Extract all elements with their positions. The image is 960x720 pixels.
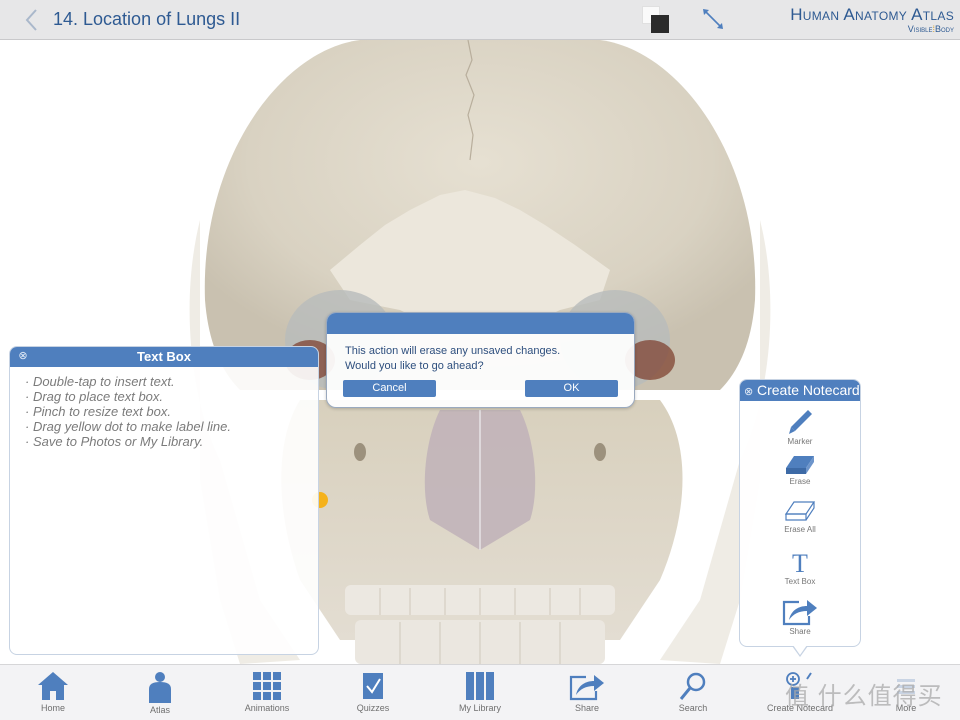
confirm-dialog: This action will erase any unsaved chang… xyxy=(326,312,635,408)
expand-arrows-icon xyxy=(703,9,723,29)
tab-home[interactable]: Home xyxy=(0,665,106,720)
tool-label: Erase xyxy=(789,477,811,486)
eraser-icon xyxy=(786,456,814,474)
app-root: 14. Location of Lungs II Human Anatomy A… xyxy=(0,0,960,720)
text-box-icon: T xyxy=(792,550,808,576)
instruction-line: · Drag yellow dot to make label line. xyxy=(25,419,231,434)
notecard-panel-title: Create Notecard xyxy=(757,382,860,398)
tab-quizzes[interactable]: Quizzes xyxy=(320,665,426,720)
tool-text-box[interactable]: T Text Box xyxy=(740,550,860,586)
tool-share[interactable]: Share xyxy=(740,596,860,636)
tab-label: Share xyxy=(574,703,600,713)
tool-marker[interactable]: Marker xyxy=(740,408,860,446)
back-button[interactable] xyxy=(22,8,42,32)
tool-label: Marker xyxy=(787,437,813,446)
tab-label: Search xyxy=(678,703,708,713)
tab-label: Animations xyxy=(244,703,290,713)
close-icon[interactable]: ⊗ xyxy=(744,382,753,403)
animations-icon xyxy=(253,672,281,700)
cancel-button[interactable]: Cancel xyxy=(343,380,436,397)
watermark: 值 什么值得买 xyxy=(785,683,943,710)
tab-my-library[interactable]: My Library xyxy=(427,665,533,720)
dialog-message: This action will erase any unsaved chang… xyxy=(327,334,634,374)
dialog-message-line: Would you like to go ahead? xyxy=(345,360,484,372)
brand-logo: Human Anatomy Atlas Visible⁞Body xyxy=(790,5,954,35)
layers-toggle-button[interactable] xyxy=(642,6,670,34)
text-box-instructions: · Double-tap to insert text. · Drag to p… xyxy=(10,367,318,449)
brand-sub-visible: Visible xyxy=(907,24,933,34)
tab-label: Atlas xyxy=(149,705,170,715)
search-icon xyxy=(679,672,706,700)
notecard-panel-header: ⊗ Create Notecard xyxy=(740,380,860,401)
instruction-line: · Pinch to resize text box. xyxy=(25,404,171,419)
ok-button[interactable]: OK xyxy=(525,380,618,397)
home-icon xyxy=(38,672,68,700)
instruction-line: · Drag to place text box. xyxy=(25,389,164,404)
create-notecard-panel: ⊗ Create Notecard Marker Erase Erase All… xyxy=(739,379,861,657)
page-title: 14. Location of Lungs II xyxy=(53,9,241,29)
library-icon xyxy=(466,672,494,700)
erase-all-icon xyxy=(784,501,816,521)
tool-erase-all[interactable]: Erase All xyxy=(740,500,860,534)
text-box-panel: ⊗ Text Box · Double-tap to insert text. … xyxy=(9,346,319,655)
instruction-line: · Double-tap to insert text. xyxy=(25,374,175,389)
lower-teeth xyxy=(355,620,605,664)
text-box-panel-header: ⊗ Text Box xyxy=(10,347,318,367)
header-bar: 14. Location of Lungs II Human Anatomy A… xyxy=(0,0,960,40)
brand-subtitle: Visible⁞Body xyxy=(790,24,954,34)
tool-label: Share xyxy=(789,627,811,636)
tab-label: Home xyxy=(40,703,65,713)
brand-sub-body: Body xyxy=(934,24,954,34)
brand-title: Human Anatomy Atlas xyxy=(790,5,954,24)
upper-teeth xyxy=(345,585,615,615)
left-infraorbital-foramen xyxy=(354,443,366,461)
tab-atlas[interactable]: Atlas xyxy=(107,665,213,720)
svg-text:T: T xyxy=(792,550,808,576)
quizzes-icon xyxy=(363,673,383,699)
notecard-panel-pointer xyxy=(792,645,808,657)
dialog-header xyxy=(327,313,634,334)
tool-label: Text Box xyxy=(784,577,816,586)
right-infraorbital-foramen xyxy=(594,443,606,461)
close-icon[interactable]: ⊗ xyxy=(17,350,29,362)
share-icon xyxy=(569,675,604,701)
tab-search[interactable]: Search xyxy=(640,665,746,720)
tab-animations[interactable]: Animations xyxy=(214,665,320,720)
dialog-message-line: This action will erase any unsaved chang… xyxy=(345,345,561,357)
instruction-line: · Save to Photos or My Library. xyxy=(25,434,204,449)
tab-label: Quizzes xyxy=(356,703,390,713)
share-icon xyxy=(782,600,817,626)
atlas-icon xyxy=(149,672,171,703)
chevron-left-icon xyxy=(25,9,37,31)
tool-label: Erase All xyxy=(784,525,816,534)
tab-share[interactable]: Share xyxy=(534,665,640,720)
fullscreen-button[interactable] xyxy=(700,6,726,32)
tool-erase[interactable]: Erase xyxy=(740,454,860,486)
text-box-panel-title: Text Box xyxy=(137,349,191,364)
layer-front-icon xyxy=(651,15,669,33)
marker-icon xyxy=(789,410,812,434)
tab-label: My Library xyxy=(458,703,501,713)
